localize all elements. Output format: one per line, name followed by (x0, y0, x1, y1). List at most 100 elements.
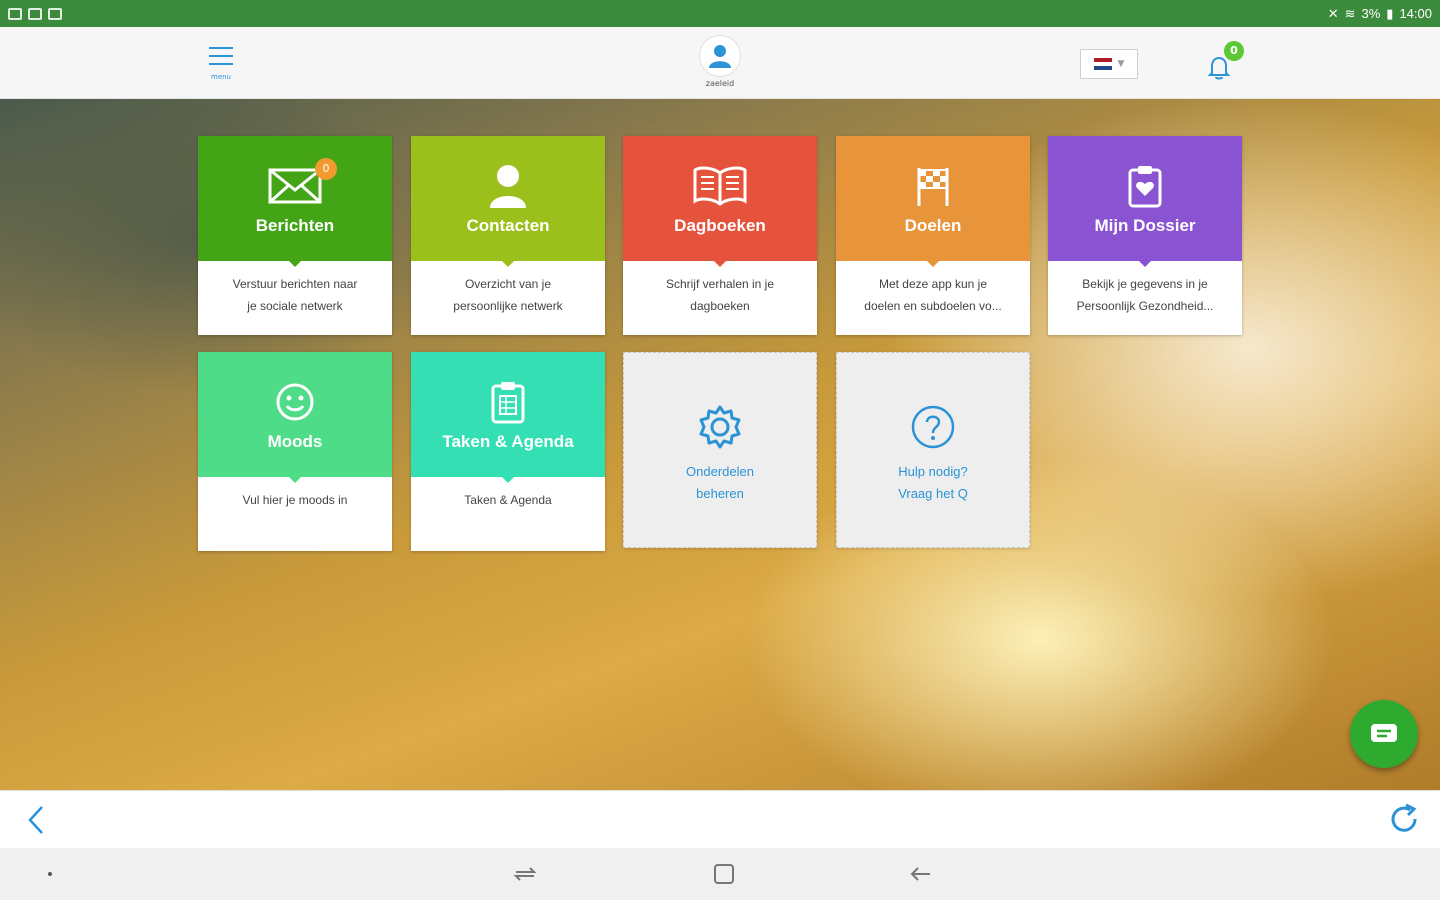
smiley-icon (276, 383, 314, 421)
tile-notch (1139, 261, 1151, 267)
dashboard: Berichten Verstuur berichten naar je soc… (0, 99, 1440, 790)
tile-notch (502, 477, 514, 483)
help-label: Hulp nodig? Vraag het Q (898, 461, 968, 505)
person-icon (490, 165, 526, 208)
status-icons-right: ✕ ≋ 3% ▮ 14:00 (1328, 6, 1432, 22)
tile-description: Vul hier je moods in (198, 477, 392, 551)
tile-doelen[interactable]: Doelen Met deze app kun je doelen en sub… (836, 136, 1030, 335)
help-button[interactable]: Hulp nodig? Vraag het Q (836, 352, 1030, 548)
chat-button[interactable] (1350, 700, 1418, 768)
download-icon (48, 7, 62, 20)
tile-desc-line: Persoonlijk Gezondheid... (1076, 299, 1214, 313)
language-select[interactable]: ▼ (1080, 49, 1138, 79)
tile-icon-wrap (1127, 162, 1163, 210)
tile-title: Moods (267, 432, 323, 451)
wifi-icon: ≋ (1344, 5, 1356, 21)
dot-icon[interactable] (48, 872, 52, 876)
tile-description: Taken & Agenda (411, 477, 605, 551)
tile-desc-line: dagboeken (690, 299, 750, 313)
gear-icon (699, 405, 741, 449)
tile-desc-line: Vul hier je moods in (242, 493, 348, 507)
tile-header: Contacten (411, 136, 605, 267)
tile-moods[interactable]: Moods Vul hier je moods in (198, 352, 392, 551)
chevron-down-icon: ▼ (1117, 59, 1125, 69)
recent-apps-icon[interactable] (510, 862, 540, 886)
tile-notch (289, 477, 301, 483)
manage-modules-label: Onderdelen beheren (686, 461, 754, 505)
finish-flag-icon (917, 168, 949, 206)
tile-berichten[interactable]: Berichten Verstuur berichten naar je soc… (198, 136, 392, 335)
tile-desc-line: Bekijk je gegevens in je (1082, 277, 1208, 291)
hamburger-icon-line (209, 63, 233, 65)
tile-title: Mijn Dossier (1094, 216, 1196, 235)
tile-desc-line: je sociale netwerk (247, 299, 343, 313)
system-back-icon[interactable] (906, 862, 936, 886)
tile-description: Verstuur berichten naar je sociale netwe… (198, 261, 392, 335)
refresh-icon[interactable] (1386, 801, 1422, 837)
menu-label: menu (211, 73, 231, 81)
status-bar: ✕ ≋ 3% ▮ 14:00 (0, 0, 1440, 27)
tile-taken-agenda[interactable]: Taken & Agenda Taken & Agenda (411, 352, 605, 551)
notification-icon (8, 7, 22, 20)
tile-notch (927, 261, 939, 267)
hamburger-icon (209, 47, 233, 49)
tile-notch (502, 261, 514, 267)
tile-contacten[interactable]: Contacten Overzicht van je persoonlijke … (411, 136, 605, 335)
tile-description: Schrijf verhalen in je dagboeken (623, 261, 817, 335)
user-icon (709, 45, 731, 68)
tile-mijn-dossier[interactable]: Mijn Dossier Bekijk je gegevens in je Pe… (1048, 136, 1242, 335)
tile-header: Moods (198, 352, 392, 483)
tile-notch (714, 261, 726, 267)
chat-icon (1371, 724, 1397, 742)
profile-button[interactable]: zaeleid (698, 35, 742, 88)
tile-title: Taken & Agenda (442, 432, 574, 451)
tile-title: Doelen (904, 216, 962, 235)
user-name: zaeleid (705, 79, 735, 88)
tile-description: Met deze app kun je doelen en subdoelen … (836, 261, 1030, 335)
tile-icon-wrap (913, 162, 953, 210)
app-header: menu zaeleid ▼ 0 (0, 27, 1440, 99)
tile-desc-line: Met deze app kun je (878, 277, 988, 291)
tile-icon-wrap (273, 378, 317, 426)
question-icon (911, 405, 955, 449)
tile-description: Bekijk je gegevens in je Persoonlijk Gez… (1048, 261, 1242, 335)
tile-header: Dagboeken (623, 136, 817, 267)
hamburger-icon-line (209, 55, 233, 57)
tile-icon-wrap (490, 378, 526, 426)
back-arrow-icon[interactable] (22, 803, 52, 837)
manage-line: beheren (696, 486, 744, 501)
tile-description: Overzicht van je persoonlijke netwerk (411, 261, 605, 335)
image-icon (28, 7, 42, 20)
system-nav-bar (0, 848, 1440, 900)
manage-modules-button[interactable]: Onderdelen beheren (623, 352, 817, 548)
tile-header: Taken & Agenda (411, 352, 605, 483)
tile-icon-wrap (909, 403, 957, 455)
tile-desc-line: Schrijf verhalen in je (665, 277, 775, 291)
tile-title: Contacten (466, 216, 550, 235)
tile-header: Mijn Dossier (1048, 136, 1242, 267)
tile-desc-line: Overzicht van je (464, 277, 552, 291)
clock: 14:00 (1399, 6, 1432, 21)
battery-percent: 3% (1361, 6, 1381, 21)
browser-toolbar (0, 790, 1440, 848)
tile-desc-line: Taken & Agenda (464, 493, 552, 507)
tile-icon-wrap (696, 403, 744, 455)
tile-icon-wrap (484, 162, 532, 210)
menu-button[interactable]: menu (204, 43, 238, 83)
tile-title: Dagboeken (674, 216, 766, 235)
dutch-flag-icon (1093, 58, 1112, 70)
clipboard-list-icon (491, 382, 525, 424)
tile-title: Berichten (255, 216, 335, 235)
book-icon (693, 166, 747, 206)
home-icon[interactable] (714, 864, 734, 884)
tile-dagboeken[interactable]: Dagboeken Schrijf verhalen in je dagboek… (623, 136, 817, 335)
status-icons-left (8, 7, 62, 20)
tile-header: Doelen (836, 136, 1030, 267)
mute-icon: ✕ (1327, 5, 1339, 21)
tile-desc-line: persoonlijke netwerk (453, 299, 563, 313)
tile-desc-line: Verstuur berichten naar (232, 277, 358, 291)
clipboard-heart-icon (1128, 166, 1162, 208)
tile-icon-wrap (692, 162, 748, 210)
messages-badge: 0 (315, 158, 337, 180)
manage-line: Onderdelen (686, 464, 754, 479)
